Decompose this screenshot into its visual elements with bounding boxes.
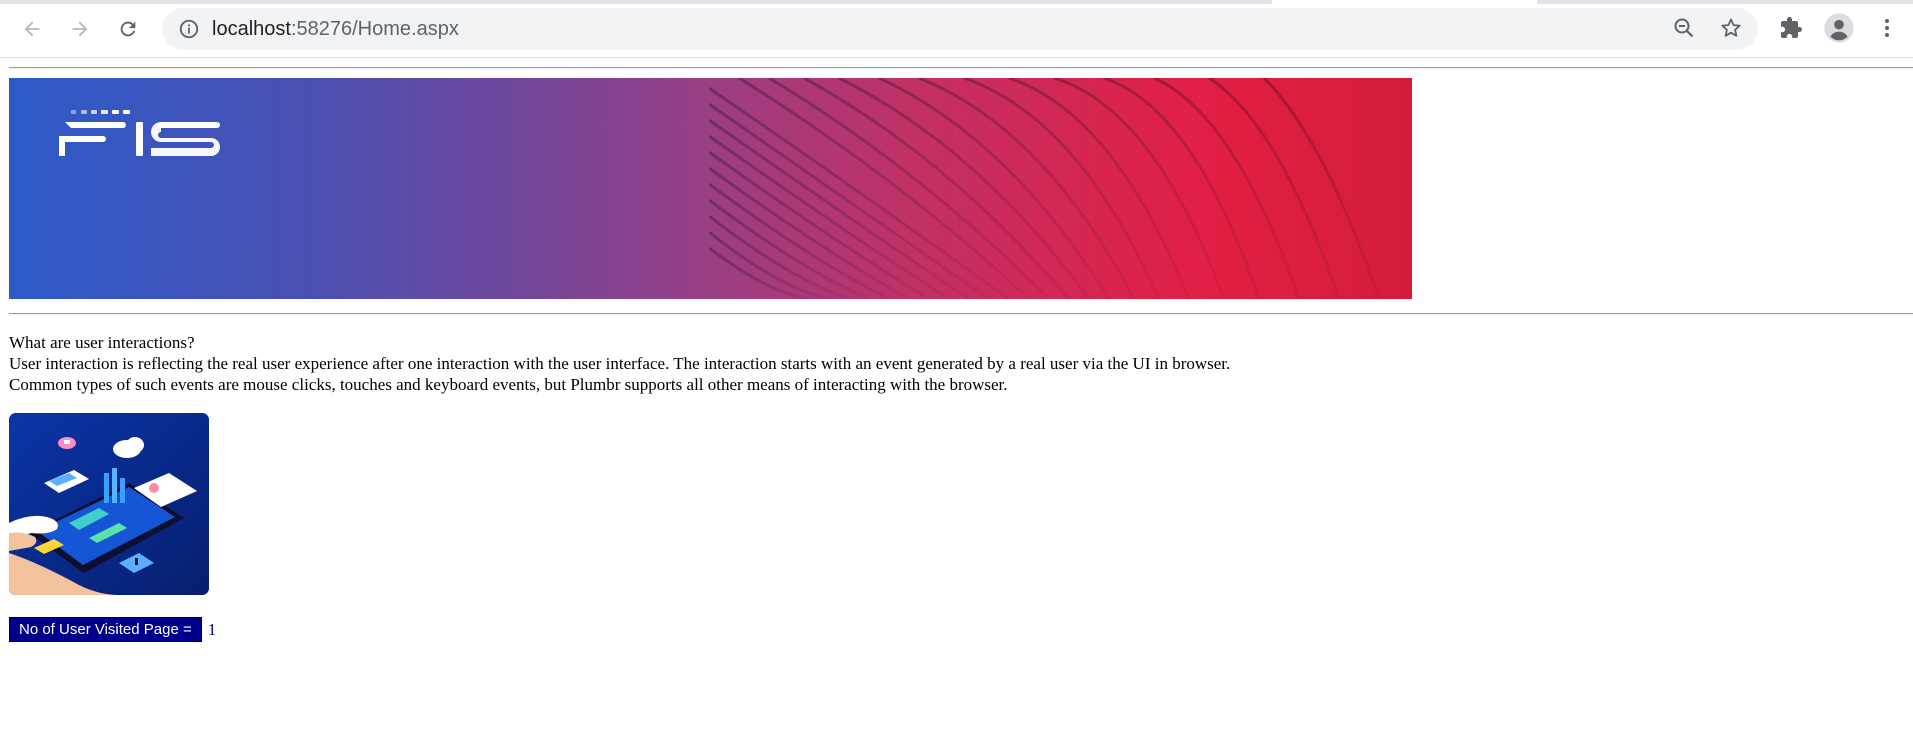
url-host: localhost xyxy=(212,18,291,40)
middle-horizontal-rule xyxy=(9,313,1913,315)
wave-pattern xyxy=(709,78,1381,299)
intro-section: What are user interactions? User interac… xyxy=(9,332,1509,395)
avatar-icon xyxy=(1824,13,1854,43)
zoom-button[interactable] xyxy=(1665,9,1703,47)
url-path: :58276/Home.aspx xyxy=(290,18,459,40)
puzzle-icon xyxy=(1781,17,1802,38)
profile-button[interactable] xyxy=(1820,9,1858,47)
star-icon xyxy=(1721,18,1741,37)
isometric-phone-interaction-icon xyxy=(9,413,209,595)
bookmark-button[interactable] xyxy=(1712,9,1750,47)
toolbar-divider xyxy=(0,57,1913,58)
intro-line-1: User interaction is reflecting the real … xyxy=(9,354,1231,373)
intro-line-2: Common types of such events are mouse cl… xyxy=(9,375,1008,394)
visit-counter-label: No of User Visited Page = xyxy=(9,617,202,642)
browser-menu-button[interactable] xyxy=(1868,9,1906,47)
arrow-right-icon xyxy=(72,21,88,37)
arrow-left-icon xyxy=(24,21,40,37)
info-icon[interactable] xyxy=(178,18,200,40)
active-tab-indicator[interactable] xyxy=(1272,0,1537,4)
browser-toolbar: localhost:58276/Home.aspx xyxy=(0,0,1913,58)
intro-heading: What are user interactions? xyxy=(9,333,195,352)
fis-logo xyxy=(59,110,220,156)
zoom-out-icon xyxy=(1674,18,1694,38)
reload-button[interactable] xyxy=(109,10,147,48)
kebab-menu-icon xyxy=(1885,19,1889,37)
visit-counter-value: 1 xyxy=(207,619,217,639)
extensions-button[interactable] xyxy=(1772,9,1810,47)
reload-icon xyxy=(120,21,136,37)
top-horizontal-rule xyxy=(9,67,1913,69)
tab-strip xyxy=(0,0,1913,4)
back-button[interactable] xyxy=(13,10,51,48)
user-interaction-illustration xyxy=(9,413,209,595)
forward-button[interactable] xyxy=(61,10,99,48)
fis-banner-image xyxy=(9,78,1412,299)
visit-counter: No of User Visited Page = 1 xyxy=(9,617,216,642)
url-text[interactable]: localhost:58276/Home.aspx xyxy=(212,18,459,41)
address-bar[interactable]: localhost:58276/Home.aspx xyxy=(162,8,1758,50)
